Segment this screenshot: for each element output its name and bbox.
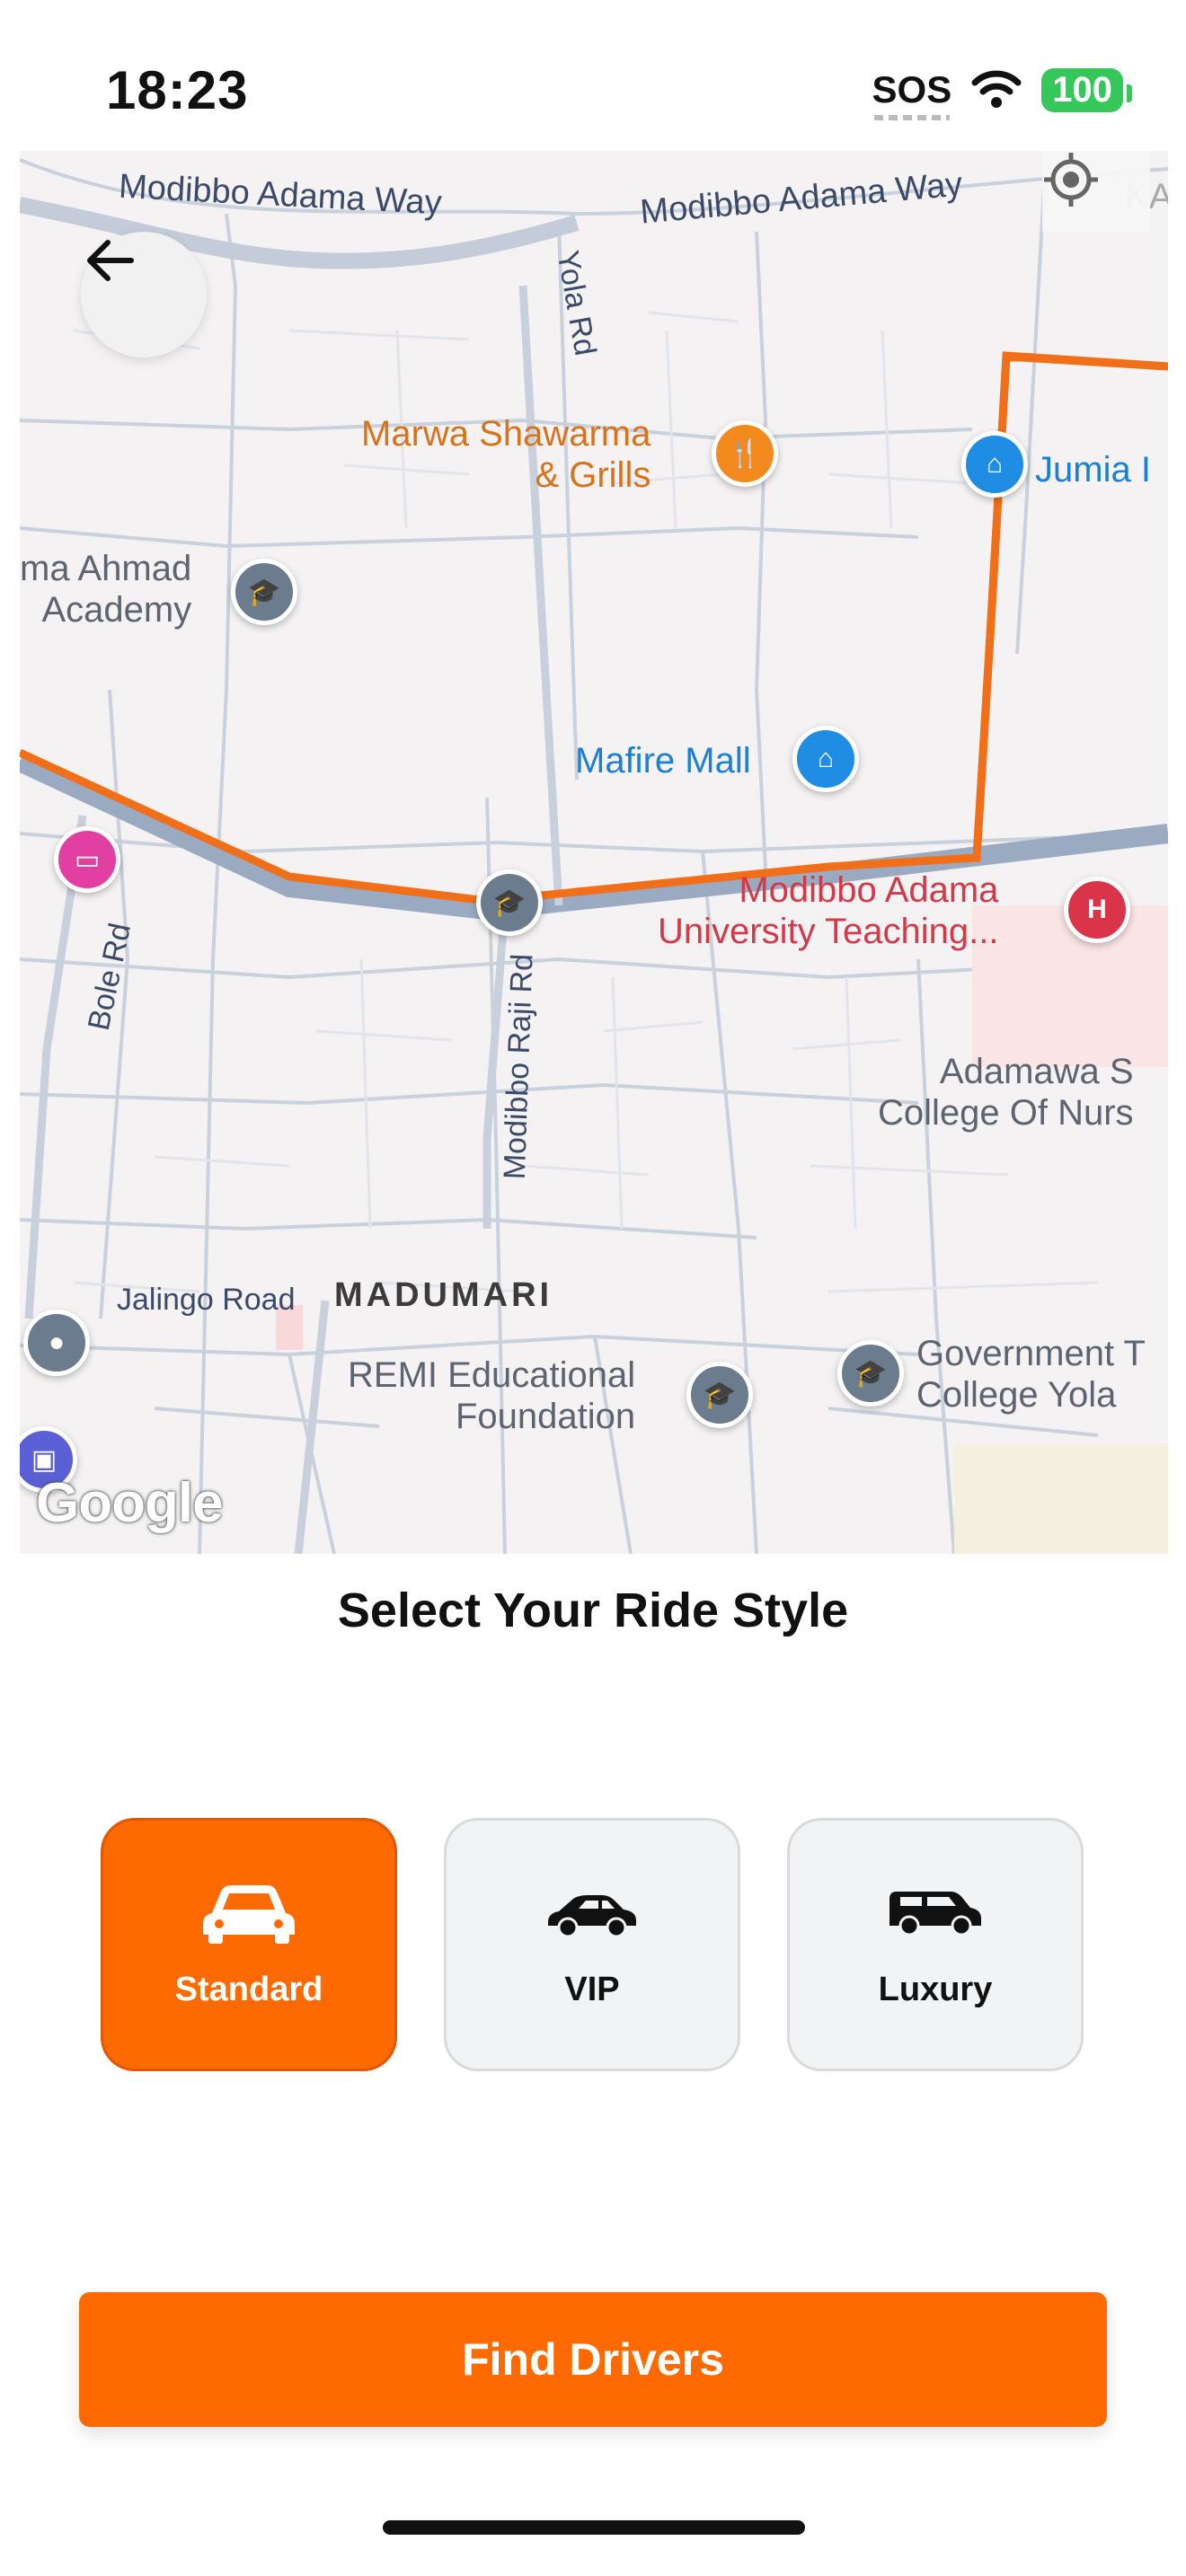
ride-option-standard[interactable]: Standard — [101, 1818, 397, 2071]
area-label: MADUMARI — [334, 1276, 553, 1314]
suv-icon — [890, 1891, 981, 1936]
hotel-icon[interactable]: ▭ — [54, 826, 120, 893]
hospital-icon[interactable]: H — [1064, 877, 1130, 943]
google-logo: Google — [36, 1472, 224, 1534]
road-label: Jalingo Road — [117, 1283, 296, 1317]
my-location-button[interactable] — [1042, 151, 1150, 232]
ride-option-luxury[interactable]: Luxury — [787, 1818, 1084, 2071]
sos-indicator: SOS — [872, 68, 952, 120]
restaurant-icon[interactable]: 🍴 — [712, 420, 778, 487]
back-button[interactable] — [81, 232, 207, 357]
map-view[interactable]: Modibbo Adama Way Modibbo Adama Way Yola… — [20, 151, 1168, 1554]
ride-option-vip[interactable]: VIP — [444, 1818, 740, 2071]
ride-option-label: Luxury — [878, 1970, 993, 2008]
sedan-icon — [548, 1894, 636, 1937]
school-icon[interactable]: 🎓 — [231, 559, 297, 625]
arrow-left-icon — [87, 240, 134, 281]
find-drivers-button[interactable]: Find Drivers — [79, 2292, 1107, 2427]
shopping-icon[interactable]: ⌂ — [961, 431, 1028, 498]
page-title: Select Your Ride Style — [337, 1584, 849, 1637]
poi-label: REMI Educational Foundation — [348, 1355, 636, 1436]
poi-label: Modibbo Adama University Teaching... — [658, 870, 999, 951]
poi-label: Government T College Yola — [916, 1334, 1146, 1415]
ride-option-label: Standard — [174, 1970, 323, 2008]
poi-label: Jumia I — [1035, 450, 1151, 490]
location-pin-icon[interactable]: ● — [23, 1310, 90, 1376]
status-bar: 18:23 SOS 100 — [0, 0, 1186, 144]
wifi-icon — [971, 70, 1022, 108]
school-icon[interactable]: 🎓 — [837, 1340, 904, 1407]
school-icon[interactable]: 🎓 — [686, 1362, 753, 1428]
crosshair-icon — [1044, 153, 1098, 207]
school-icon[interactable]: 🎓 — [476, 869, 543, 936]
battery-icon: 100 — [1041, 67, 1132, 112]
status-icons: SOS 100 — [872, 63, 1132, 120]
status-time: 18:23 — [106, 60, 249, 120]
car-front-icon — [203, 1884, 295, 1944]
shopping-icon[interactable]: ⌂ — [792, 726, 859, 792]
poi-label: ma Ahmad Academy — [20, 549, 192, 630]
home-indicator[interactable] — [383, 2520, 805, 2535]
poi-label: Adamawa S College Of Nurs — [878, 1052, 1134, 1133]
poi-label: Mafire Mall — [575, 741, 751, 781]
ride-option-label: VIP — [564, 1970, 620, 2008]
poi-label: Marwa Shawarma & Grills — [361, 414, 651, 495]
